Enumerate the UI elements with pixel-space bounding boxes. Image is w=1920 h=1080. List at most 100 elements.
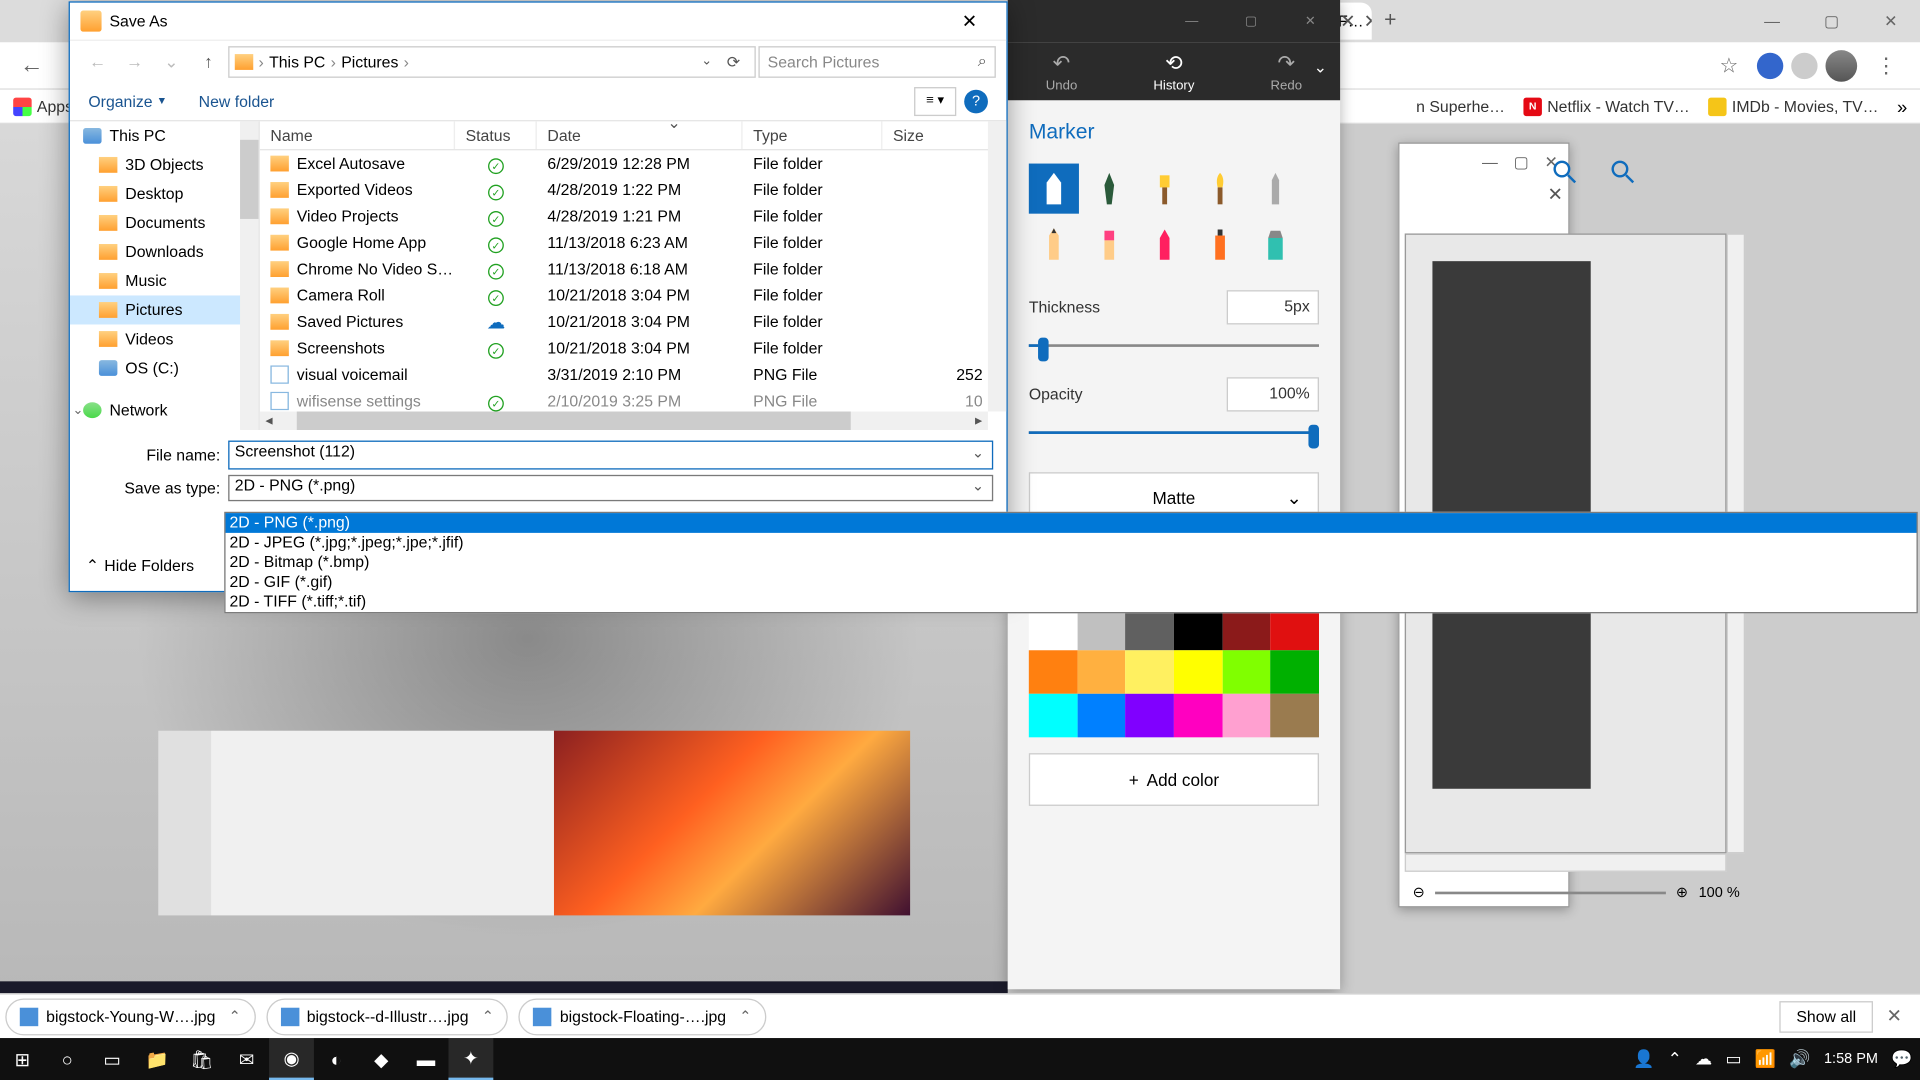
new-tab-button[interactable]: + <box>1372 3 1409 40</box>
zoom-in-icon[interactable]: ⊕ <box>1676 884 1688 901</box>
downloads-close-button[interactable]: ✕ <box>1873 1005 1915 1027</box>
file-row[interactable]: Exported Videos✓4/28/2019 1:22 PMFile fo… <box>260 177 1007 203</box>
viewer-minimize-button[interactable]: — <box>1482 153 1498 171</box>
chevron-up-icon[interactable]: ⌃ <box>739 1008 751 1025</box>
wifi-icon[interactable]: 📶 <box>1755 1049 1776 1070</box>
file-row[interactable]: visual voicemail3/31/2019 2:10 PMPNG Fil… <box>260 361 1007 387</box>
browser-close-button[interactable]: ✕ <box>1861 0 1920 42</box>
browser-minimize-button[interactable]: — <box>1742 0 1801 42</box>
palette-color[interactable] <box>1126 650 1174 694</box>
dialog-close-button[interactable]: ✕ <box>943 10 996 32</box>
palette-color[interactable] <box>1029 694 1077 738</box>
bookmark-star-icon[interactable]: ☆ <box>1720 52 1739 78</box>
nav-3d-objects[interactable]: 3D Objects <box>70 150 259 179</box>
hide-folders-button[interactable]: ⌃ Hide Folders <box>86 557 194 575</box>
new-folder-button[interactable]: New folder <box>199 92 275 110</box>
nav-desktop[interactable]: Desktop <box>70 179 259 208</box>
refresh-button[interactable]: ⟳ <box>718 52 750 70</box>
taskbar-clock[interactable]: 1:58 PM <box>1824 1051 1878 1067</box>
bookmark-apps[interactable]: Apps <box>13 97 73 115</box>
chrome-button[interactable]: ◉ <box>269 1038 314 1080</box>
breadcrumb-root[interactable]: This PC <box>269 52 325 70</box>
bookmarks-overflow[interactable]: » <box>1897 96 1907 117</box>
bookmark-imdb[interactable]: IMDb - Movies, TV… <box>1708 97 1878 115</box>
breadcrumb-folder[interactable]: Pictures <box>341 52 398 70</box>
palette-color[interactable] <box>1271 694 1319 738</box>
people-icon[interactable]: 👤 <box>1633 1049 1654 1070</box>
palette-color[interactable] <box>1174 650 1222 694</box>
dialog-titlebar[interactable]: Save As ✕ <box>70 3 1006 40</box>
help-button[interactable]: ? <box>964 89 988 113</box>
chrome-menu-button[interactable]: ⋮ <box>1865 52 1907 78</box>
palette-color[interactable] <box>1077 650 1125 694</box>
show-all-button[interactable]: Show all <box>1779 1000 1873 1032</box>
nav-this-pc[interactable]: This PC <box>70 121 259 150</box>
zoom-out-icon[interactable]: ⊖ <box>1413 884 1425 901</box>
thickness-slider[interactable] <box>1029 332 1319 358</box>
file-row[interactable]: Chrome No Video S…✓11/13/2018 6:18 AMFil… <box>260 256 1007 282</box>
nav-music[interactable]: Music <box>70 266 259 295</box>
store-button[interactable]: 🛍 <box>179 1038 224 1080</box>
paint3d-button[interactable]: ✦ <box>448 1038 493 1080</box>
column-status[interactable]: Status <box>455 121 537 149</box>
tray-chevron-icon[interactable]: ⌃ <box>1668 1049 1682 1070</box>
add-color-button[interactable]: + Add color <box>1029 753 1319 806</box>
extension-icon[interactable] <box>1757 52 1783 78</box>
file-row[interactable]: wifisense settings✓2/10/2019 3:25 PMPNG … <box>260 388 1007 412</box>
paint3d-maximize-button[interactable]: ▢ <box>1221 0 1280 42</box>
palette-color[interactable] <box>1222 650 1270 694</box>
nav-downloads[interactable]: Downloads <box>70 237 259 266</box>
battery-icon[interactable]: ▭ <box>1725 1049 1741 1070</box>
profile-avatar[interactable] <box>1825 49 1857 81</box>
nav-videos[interactable]: Videos <box>70 324 259 353</box>
paint3d-close-button[interactable]: ✕ <box>1281 0 1340 42</box>
bookmark-netflix[interactable]: NNetflix - Watch TV… <box>1523 97 1689 115</box>
notifications-icon[interactable]: 💬 <box>1891 1049 1912 1070</box>
file-scrollbar-vertical[interactable] <box>988 121 1006 411</box>
nav-up-button[interactable]: ↑ <box>191 46 225 78</box>
nav-network[interactable]: ⌄Network <box>70 396 259 425</box>
file-row[interactable]: Video Projects✓4/28/2019 1:21 PMFile fol… <box>260 203 1007 229</box>
view-options-button[interactable]: ≡ ▾ <box>914 86 956 115</box>
app-button[interactable]: ◆ <box>359 1038 404 1080</box>
chevron-down-icon[interactable]: ⌄ <box>1314 58 1327 76</box>
onedrive-icon[interactable]: ☁ <box>1695 1049 1712 1070</box>
watercolor-tool[interactable] <box>1195 164 1245 214</box>
thickness-input[interactable]: 5px <box>1227 290 1319 324</box>
nav-scrollbar[interactable] <box>240 121 258 430</box>
file-row[interactable]: Excel Autosave✓6/29/2019 12:28 PMFile fo… <box>260 150 1007 176</box>
crayon-tool[interactable] <box>1140 219 1190 269</box>
nav-forward-button[interactable]: → <box>117 46 151 78</box>
spray-can-tool[interactable] <box>1195 219 1245 269</box>
address-bar[interactable]: › This PC › Pictures › ⌄ ⟳ <box>228 46 756 78</box>
filetype-option[interactable]: 2D - PNG (*.png) <box>226 513 1917 533</box>
nav-documents[interactable]: Documents <box>70 208 259 237</box>
file-scrollbar-horizontal[interactable]: ◄ ► <box>260 412 988 430</box>
chevron-up-icon[interactable]: ⌃ <box>229 1008 241 1025</box>
browser-maximize-button[interactable]: ▢ <box>1802 0 1861 42</box>
fill-tool[interactable] <box>1250 219 1300 269</box>
opacity-slider[interactable] <box>1029 419 1319 445</box>
saveastype-select[interactable]: 2D - PNG (*.png) <box>228 475 993 501</box>
filetype-option[interactable]: 2D - TIFF (*.tiff;*.tif) <box>226 592 1917 612</box>
filetype-option[interactable]: 2D - Bitmap (*.bmp) <box>226 553 1917 573</box>
prev-tab-close-icon[interactable]: ✕ <box>1340 11 1355 33</box>
paint3d-minimize-button[interactable]: — <box>1162 0 1221 42</box>
cortana-button[interactable]: ○ <box>45 1038 90 1080</box>
palette-color[interactable] <box>1174 694 1222 738</box>
palette-color[interactable] <box>1271 650 1319 694</box>
oil-brush-tool[interactable] <box>1140 164 1190 214</box>
magnify-icon[interactable] <box>1603 152 1643 192</box>
nav-history-button[interactable]: ⌄ <box>154 46 188 78</box>
file-row[interactable]: Google Home App✓11/13/2018 6:23 AMFile f… <box>260 230 1007 256</box>
filetype-option[interactable]: 2D - JPEG (*.jpg;*.jpeg;*.jpe;*.jfif) <box>226 533 1917 553</box>
file-explorer-button[interactable]: 📁 <box>135 1038 180 1080</box>
palette-color[interactable] <box>1222 694 1270 738</box>
opacity-input[interactable]: 100% <box>1227 377 1319 411</box>
tab-close-icon[interactable]: ✕ <box>1364 10 1372 32</box>
filename-input[interactable]: Screenshot (112) <box>228 441 993 470</box>
download-item[interactable]: bigstock-Floating-….jpg⌃ <box>519 998 766 1035</box>
start-button[interactable]: ⊞ <box>0 1038 45 1080</box>
edge-button[interactable]: ◐ <box>314 1038 359 1080</box>
browser-back-button[interactable]: ← <box>13 47 50 84</box>
